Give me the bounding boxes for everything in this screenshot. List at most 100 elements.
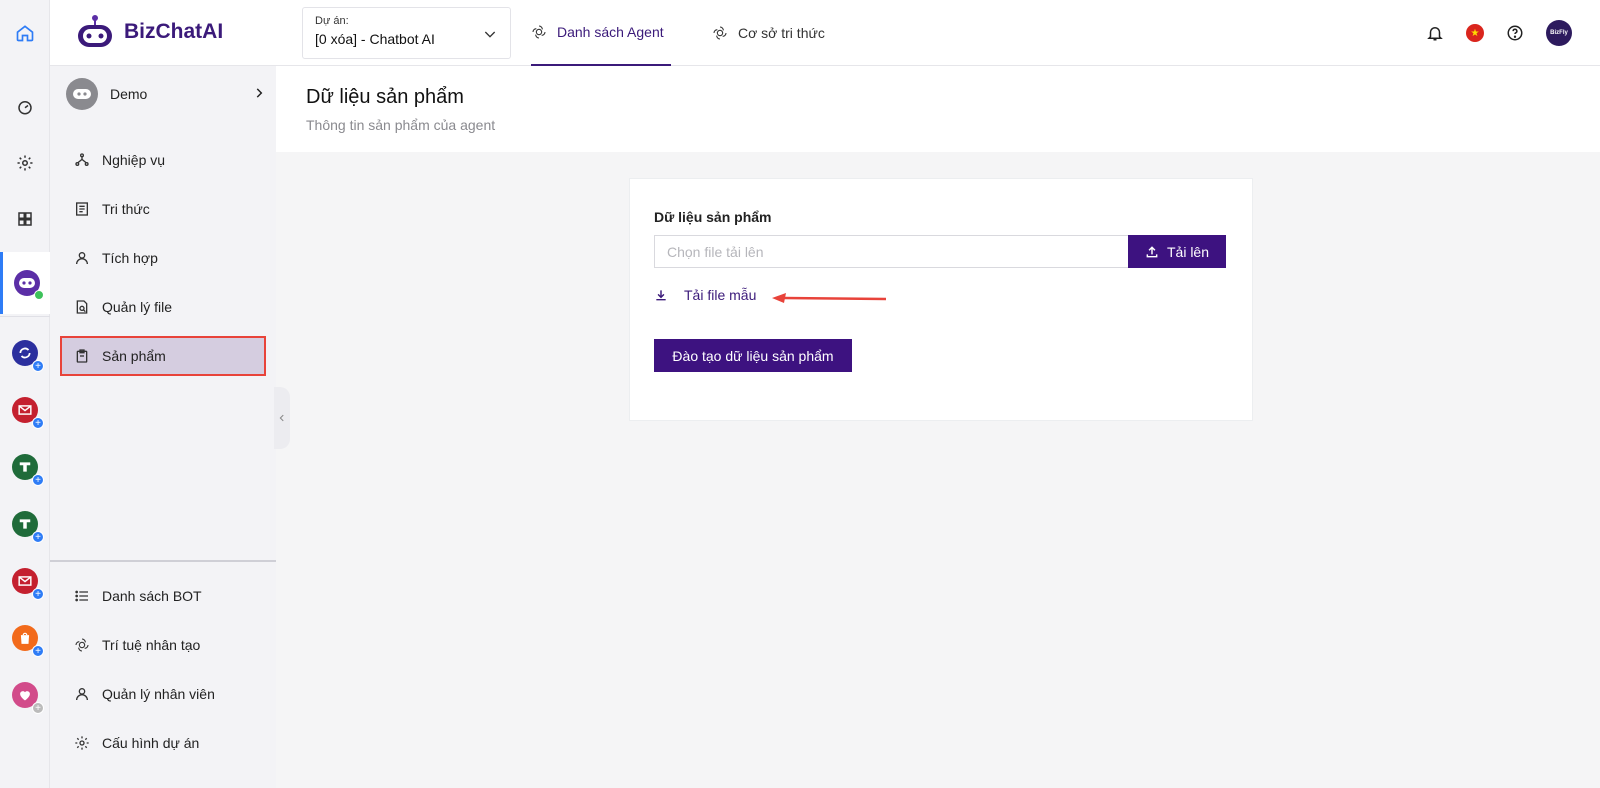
mail-app-icon: +: [12, 397, 44, 429]
header-actions: ★ BizFly: [1426, 20, 1572, 46]
settings-icon: [17, 155, 33, 171]
tab-label: Danh sách Agent: [557, 24, 664, 40]
agent-selector[interactable]: Demo: [66, 78, 270, 110]
online-status-dot: [33, 290, 44, 300]
chevron-down-icon: [484, 31, 496, 38]
tab-label: Cơ sở tri thức: [738, 25, 825, 41]
add-badge-icon: +: [32, 474, 44, 486]
shop-app-icon: +: [12, 625, 44, 657]
page-title: Dữ liệu sản phẩm: [306, 86, 464, 108]
rail-dashboard[interactable]: [0, 80, 50, 134]
heart-app-icon: +: [12, 682, 44, 714]
sidebar-collapse-handle[interactable]: [274, 387, 290, 449]
rail-apps[interactable]: [0, 192, 50, 246]
brand-logo[interactable]: BizChatAI: [74, 14, 223, 50]
rail-t-app-2[interactable]: +: [0, 497, 50, 551]
rail-sync-app[interactable]: +: [0, 326, 50, 380]
page-subtitle: Thông tin sản phẩm của agent: [306, 117, 496, 133]
brand-name: BizChatAI: [124, 20, 224, 43]
top-header: BizChatAI Dự án: [0 xóa] - Chatbot AI Da…: [0, 0, 1600, 66]
sidebar-item-products[interactable]: Sản phẩm: [60, 336, 266, 376]
download-sample-label: Tải file mẫu: [684, 287, 757, 303]
bell-icon[interactable]: [1426, 24, 1444, 42]
rail-chatbot[interactable]: [0, 252, 50, 314]
project-label: Dự án:: [315, 15, 349, 27]
chevron-right-icon: [256, 88, 263, 98]
sidebar-item-label: Quản lý nhân viên: [102, 686, 215, 702]
agent-name: Demo: [110, 86, 148, 102]
ai-icon: [75, 638, 89, 652]
project-value: [0 xóa] - Chatbot AI: [315, 31, 435, 47]
help-icon[interactable]: [1506, 24, 1524, 42]
upload-button-label: Tải lên: [1166, 243, 1210, 260]
t-app-icon: +: [12, 454, 44, 486]
sidebar-item-label: Trí tuệ nhân tạo: [102, 637, 201, 653]
add-badge-icon: +: [32, 588, 44, 600]
product-icon: [76, 349, 88, 363]
sidebar-item-label: Cấu hình dự án: [102, 735, 200, 751]
t-app-icon-2: +: [12, 511, 44, 543]
sidebar-item-label: Tri thức: [102, 201, 150, 217]
sidebar-item-label: Danh sách BOT: [102, 588, 202, 604]
rail-mail-app[interactable]: +: [0, 383, 50, 437]
add-badge-icon: +: [32, 702, 44, 714]
vietnam-flag-icon[interactable]: ★: [1466, 24, 1484, 42]
sidebar-item-staff[interactable]: Quản lý nhân viên: [60, 674, 266, 714]
add-badge-icon: +: [32, 360, 44, 372]
workflow-icon: [75, 153, 89, 166]
openai-icon: [532, 25, 546, 39]
home-icon: [16, 25, 33, 42]
dashboard-icon: [18, 101, 32, 115]
apps-grid-icon: [18, 212, 32, 226]
sidebar-divider: [50, 560, 276, 562]
app-rail: + + + + + + +: [0, 66, 50, 788]
rail-shop-app[interactable]: +: [0, 611, 50, 665]
page-header: Dữ liệu sản phẩm Thông tin sản phẩm của …: [276, 66, 1600, 152]
file-search-icon: [76, 300, 88, 314]
user-avatar[interactable]: BizFly: [1546, 20, 1572, 46]
sync-app-icon: +: [12, 340, 44, 372]
user-icon: [76, 688, 88, 701]
mail-app-icon-2: +: [12, 568, 44, 600]
tab-agent-list[interactable]: Danh sách Agent: [531, 0, 671, 66]
sidebar-item-label: Sản phẩm: [102, 348, 166, 364]
rail-mail-app-2[interactable]: +: [0, 554, 50, 608]
sidebar-item-label: Nghiệp vụ: [102, 152, 166, 168]
sidebar-item-bot-list[interactable]: Danh sách BOT: [60, 576, 266, 616]
tab-knowledge-base[interactable]: Cơ sở tri thức: [712, 0, 825, 66]
chatbot-app-icon: [13, 270, 44, 300]
robot-logo-icon: [78, 15, 112, 47]
upload-icon: [1146, 245, 1158, 257]
add-badge-icon: +: [32, 531, 44, 543]
sidebar-item-knowledge[interactable]: Tri thức: [60, 189, 266, 229]
project-selector[interactable]: Dự án: [0 xóa] - Chatbot AI: [302, 7, 511, 59]
rail-heart-app[interactable]: +: [0, 668, 50, 722]
sidebar-item-label: Tích hợp: [102, 250, 158, 266]
sidebar-item-file-manager[interactable]: Quản lý file: [60, 287, 266, 327]
sidebar-item-workflow[interactable]: Nghiệp vụ: [60, 140, 266, 180]
sidebar-item-label: Quản lý file: [102, 299, 173, 315]
agent-avatar: [66, 78, 98, 110]
annotation-arrow-icon: [772, 293, 887, 303]
upload-button[interactable]: Tải lên: [1128, 235, 1226, 268]
add-badge-icon: +: [32, 645, 44, 657]
user-icon: [76, 252, 88, 265]
product-data-card: Dữ liệu sản phẩm Chọn file tải lên Tải l…: [629, 178, 1253, 421]
sidebar-item-project-config[interactable]: Cấu hình dự án: [60, 723, 266, 763]
sidebar-item-integration[interactable]: Tích hợp: [60, 238, 266, 278]
rail-settings[interactable]: [0, 136, 50, 190]
agent-sidebar: Demo Nghiệp vụ Tri thức Tích hợp Quản lý…: [50, 66, 276, 788]
field-label: Dữ liệu sản phẩm: [654, 209, 772, 225]
download-sample-link[interactable]: Tải file mẫu: [654, 287, 756, 303]
chevron-left-icon: [279, 414, 284, 422]
add-badge-icon: +: [32, 417, 44, 429]
list-icon: [75, 590, 88, 602]
home-button[interactable]: [0, 0, 50, 66]
download-icon: [656, 290, 666, 301]
openai-icon: [713, 26, 727, 40]
sidebar-item-ai[interactable]: Trí tuệ nhân tạo: [60, 625, 266, 665]
document-list-icon: [76, 202, 88, 216]
train-product-data-button[interactable]: Đào tạo dữ liệu sản phẩm: [654, 339, 852, 372]
rail-t-app[interactable]: +: [0, 440, 50, 494]
file-upload-input[interactable]: Chọn file tải lên: [654, 235, 1128, 268]
